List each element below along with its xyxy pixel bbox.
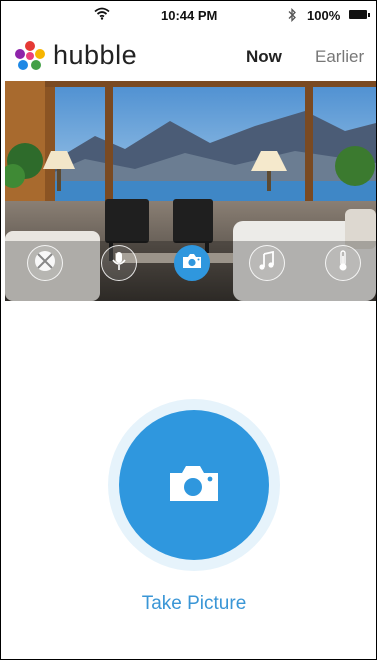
status-bar: 10:44 PM 100% bbox=[1, 1, 376, 29]
microphone-icon bbox=[111, 250, 127, 277]
app-header: hubble Now Earlier bbox=[1, 29, 376, 81]
feed-controls bbox=[5, 245, 376, 285]
take-picture-label[interactable]: Take Picture bbox=[1, 593, 376, 615]
microphone-button[interactable] bbox=[101, 245, 137, 281]
thermometer-icon bbox=[337, 249, 349, 277]
tab-earlier[interactable]: Earlier bbox=[315, 47, 364, 67]
camera-icon bbox=[181, 252, 203, 275]
status-time: 10:44 PM bbox=[161, 8, 218, 23]
battery-icon bbox=[349, 10, 370, 19]
wifi-icon bbox=[94, 7, 110, 23]
take-picture-button[interactable] bbox=[119, 410, 269, 560]
tab-now[interactable]: Now bbox=[246, 47, 282, 67]
camera-icon bbox=[166, 461, 222, 510]
pan-tilt-button[interactable] bbox=[27, 245, 63, 281]
music-icon bbox=[258, 250, 276, 276]
app-screen: 10:44 PM 100% hubble Now Earlier Take Pi… bbox=[0, 0, 377, 660]
pan-tilt-icon bbox=[34, 250, 56, 277]
battery-percent: 100% bbox=[307, 8, 341, 23]
hubble-logo-icon bbox=[14, 41, 46, 71]
temperature-button[interactable] bbox=[325, 245, 361, 281]
camera-snapshot-button[interactable] bbox=[174, 245, 210, 281]
music-button[interactable] bbox=[249, 245, 285, 281]
brand-name: hubble bbox=[53, 40, 138, 70]
bluetooth-icon bbox=[287, 7, 297, 25]
